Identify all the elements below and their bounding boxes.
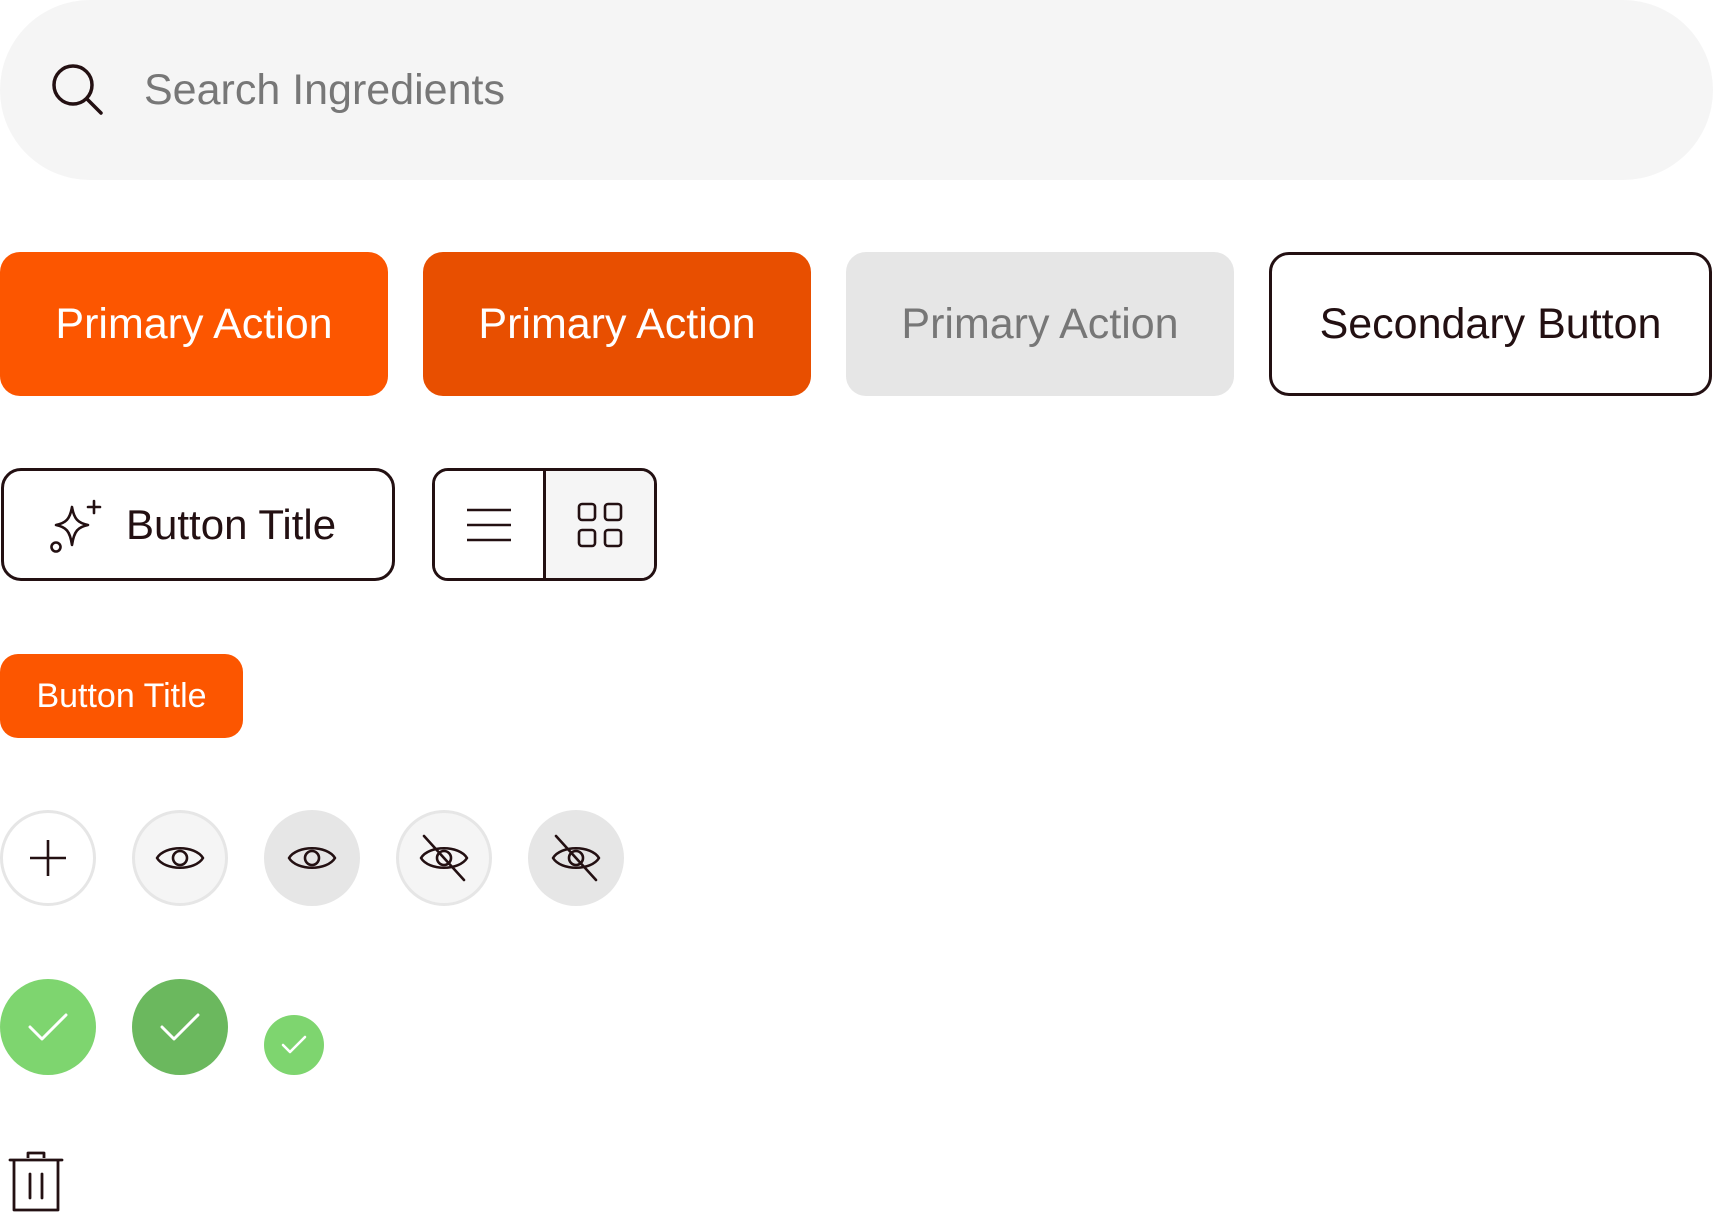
eye-off-icon xyxy=(419,834,469,882)
trash-icon[interactable] xyxy=(8,1150,64,1214)
plus-icon xyxy=(30,840,66,876)
small-primary-button-label: Button Title xyxy=(36,676,207,715)
check-button-active[interactable] xyxy=(132,979,228,1075)
check-button[interactable] xyxy=(0,979,96,1075)
check-icon xyxy=(28,1013,68,1041)
primary-action-button[interactable]: Primary Action xyxy=(0,252,388,396)
eye-off-icon xyxy=(551,834,601,882)
sparkle-icon xyxy=(50,499,102,553)
primary-action-hover-button[interactable]: Primary Action xyxy=(423,252,811,396)
primary-action-disabled-label: Primary Action xyxy=(901,299,1179,348)
hide-button[interactable] xyxy=(396,810,492,906)
list-view-button[interactable] xyxy=(435,471,546,578)
show-button-active[interactable] xyxy=(264,810,360,906)
show-button[interactable] xyxy=(132,810,228,906)
primary-action-disabled-button[interactable]: Primary Action xyxy=(846,252,1234,396)
search-icon xyxy=(52,64,103,115)
search-input[interactable] xyxy=(144,50,1044,130)
sparkle-title-button[interactable]: Button Title xyxy=(1,468,395,581)
secondary-button-label: Secondary Button xyxy=(1319,299,1662,348)
primary-action-label: Primary Action xyxy=(55,299,333,348)
eye-icon xyxy=(287,846,337,870)
grid-view-button[interactable] xyxy=(546,471,654,578)
add-button[interactable] xyxy=(0,810,96,906)
small-primary-button[interactable]: Button Title xyxy=(0,654,243,738)
list-icon xyxy=(467,508,511,541)
check-button-small[interactable] xyxy=(264,1015,324,1075)
eye-icon xyxy=(155,846,205,870)
hide-button-active[interactable] xyxy=(528,810,624,906)
primary-action-hover-label: Primary Action xyxy=(478,299,756,348)
sparkle-title-button-label: Button Title xyxy=(126,500,337,548)
check-icon xyxy=(160,1013,200,1041)
view-toggle[interactable] xyxy=(432,468,657,581)
check-icon xyxy=(281,1035,307,1054)
grid-icon xyxy=(577,502,623,547)
secondary-button[interactable]: Secondary Button xyxy=(1269,252,1712,396)
search-bar[interactable] xyxy=(0,0,1713,180)
